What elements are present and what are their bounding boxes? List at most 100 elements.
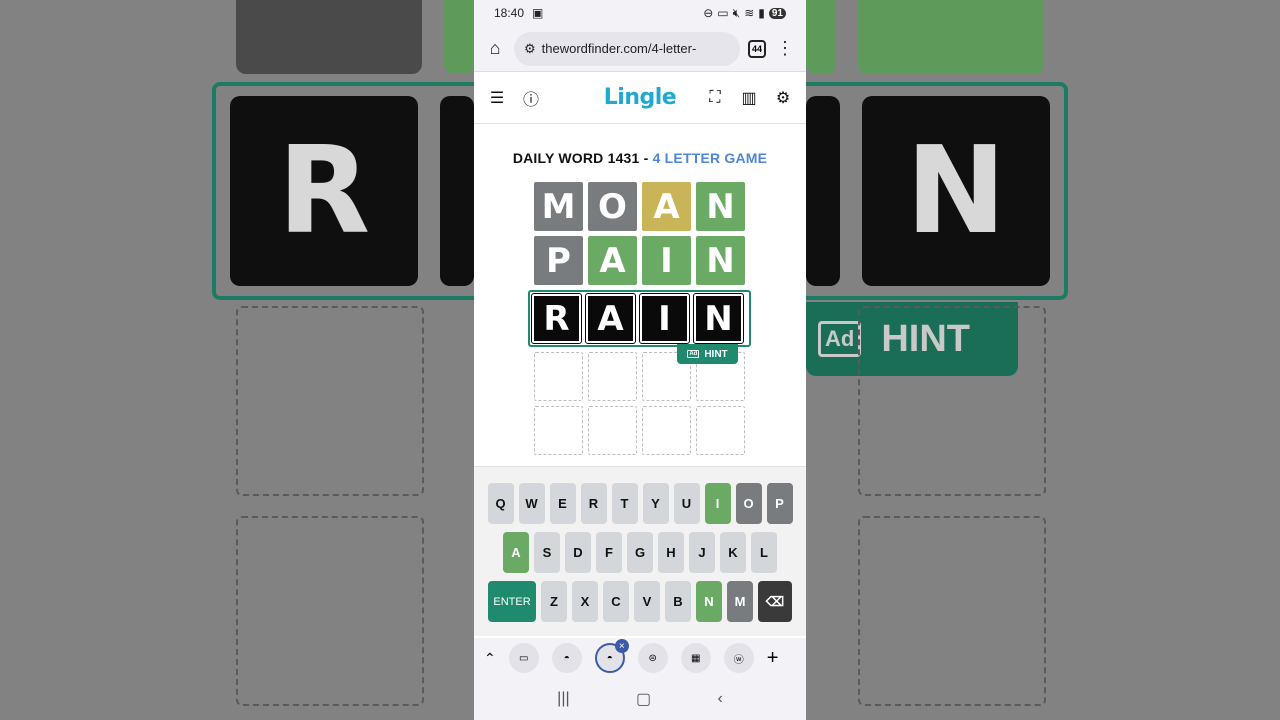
letter-tile: [588, 406, 637, 455]
stats-icon[interactable]: ▥: [738, 87, 760, 109]
key-e[interactable]: E: [549, 483, 576, 524]
bg-tile-n: N: [862, 96, 1050, 286]
guess-row: MOAN: [534, 182, 751, 231]
key-f[interactable]: F: [596, 532, 622, 573]
bg-tile: [444, 0, 474, 74]
letter-tile: R: [531, 293, 582, 344]
hint-button[interactable]: Ad HINT: [677, 344, 738, 364]
backspace-key-icon[interactable]: ⌫: [758, 581, 792, 622]
ad-icon: Ad: [687, 350, 700, 358]
key-d[interactable]: D: [565, 532, 591, 573]
bg-tile: [440, 96, 474, 286]
cast-icon: ▭: [717, 6, 729, 20]
key-o[interactable]: O: [735, 483, 762, 524]
bg-empty-tile: [858, 516, 1046, 706]
tab-icon-active[interactable]: ◓: [594, 639, 629, 673]
battery-icon: 91: [768, 7, 786, 19]
address-bar[interactable]: ⚙ thewordfinder.com/4-letter-: [514, 31, 740, 66]
app-logo[interactable]: Lingle: [604, 85, 677, 110]
key-g[interactable]: G: [627, 532, 653, 573]
new-tab-plus-icon[interactable]: +: [767, 647, 779, 670]
status-time: 18:40: [494, 6, 525, 20]
letter-tile: O: [588, 182, 637, 231]
key-s[interactable]: S: [534, 532, 560, 573]
tab-icon[interactable]: ⊜: [637, 643, 668, 673]
guess-row: [534, 406, 751, 455]
tab-icon[interactable]: ▦: [680, 643, 711, 673]
letter-tile: [642, 406, 691, 455]
key-v[interactable]: V: [634, 581, 660, 622]
key-l[interactable]: L: [751, 532, 777, 573]
tab-switcher-button[interactable]: 44: [748, 39, 766, 58]
key-c[interactable]: C: [603, 581, 629, 622]
home-icon[interactable]: ⌂: [484, 38, 506, 60]
key-k[interactable]: K: [720, 532, 746, 573]
fullscreen-icon[interactable]: ⛶: [704, 87, 726, 109]
bg-empty-tile: [858, 306, 1046, 496]
bg-tile-r: R: [230, 96, 418, 286]
browser-toolbar: ⌂ ⚙ thewordfinder.com/4-letter- 44 ⋮: [474, 26, 806, 72]
bg-tile: [806, 96, 840, 286]
info-icon[interactable]: ⓘ: [520, 87, 542, 109]
key-h[interactable]: H: [658, 532, 684, 573]
browser-tab-strip: ⌃ ▭ ◓ ◓ ⊜ ▦ ⓦ +: [474, 638, 806, 678]
key-t[interactable]: T: [611, 483, 638, 524]
dnd-icon: ⊖: [703, 6, 714, 20]
key-w[interactable]: W: [518, 483, 545, 524]
title-accent-link[interactable]: 4 LETTER GAME: [653, 150, 768, 166]
letter-tile: A: [585, 293, 636, 344]
key-i[interactable]: I: [704, 483, 731, 524]
on-screen-keyboard: Q W E R T Y U I O P A S D F G H J K L ENTER Z X C V B N M ⌫: [474, 466, 806, 636]
letter-tile: N: [696, 182, 745, 231]
letter-tile: M: [534, 182, 583, 231]
letter-tile: I: [642, 236, 691, 285]
key-b[interactable]: B: [665, 581, 691, 622]
letter-tile: P: [534, 236, 583, 285]
game-board: MOANPAINRAIN: [528, 182, 751, 460]
tab-icon[interactable]: ▭: [508, 643, 539, 673]
more-menu-icon[interactable]: ⋮: [774, 38, 796, 60]
letter-tile: I: [639, 293, 690, 344]
letter-tile: [696, 406, 745, 455]
letter-tile: [534, 352, 583, 401]
key-p[interactable]: P: [766, 483, 793, 524]
back-nav-icon[interactable]: ‹: [717, 690, 722, 708]
bg-tile: [858, 0, 1044, 74]
letter-tile: N: [693, 293, 744, 344]
chevron-up-icon[interactable]: ⌃: [484, 650, 496, 667]
key-n[interactable]: N: [696, 581, 722, 622]
status-bar: 18:40 ▣ ⊖ ▭ 🔇︎ ≋ ▮ 91: [474, 0, 806, 26]
bg-tile: [236, 0, 422, 74]
keyboard-row: QWERTYUIOP: [474, 483, 806, 524]
key-x[interactable]: X: [572, 581, 598, 622]
keyboard-row: ENTER Z X C V B N M ⌫: [474, 581, 806, 622]
guess-row: PAIN: [534, 236, 751, 285]
key-y[interactable]: Y: [642, 483, 669, 524]
key-u[interactable]: U: [673, 483, 700, 524]
bg-empty-tile: [236, 306, 424, 496]
key-q[interactable]: Q: [487, 483, 514, 524]
active-guess-row: RAIN: [528, 290, 751, 347]
key-j[interactable]: J: [689, 532, 715, 573]
settings-gear-icon[interactable]: ⚙: [772, 87, 794, 109]
home-nav-icon[interactable]: ▢: [636, 689, 651, 709]
hamburger-menu-icon[interactable]: ☰: [486, 87, 508, 109]
android-nav-bar: ||| ▢ ‹: [474, 678, 806, 720]
key-z[interactable]: Z: [541, 581, 567, 622]
letter-tile: [534, 406, 583, 455]
enter-key[interactable]: ENTER: [488, 581, 536, 622]
hint-label: HINT: [704, 348, 728, 360]
wifi-icon: ≋: [744, 6, 755, 20]
letter-tile: [588, 352, 637, 401]
keyboard-row: ASDFGHJKL: [474, 532, 806, 573]
key-a[interactable]: A: [503, 532, 529, 573]
signal-icon: ▮: [758, 6, 765, 20]
recents-icon[interactable]: |||: [557, 690, 569, 708]
key-m[interactable]: M: [727, 581, 753, 622]
tab-icon[interactable]: ⓦ: [723, 643, 754, 673]
key-r[interactable]: R: [580, 483, 607, 524]
bg-empty-tile: [236, 516, 424, 706]
site-settings-icon[interactable]: ⚙: [524, 41, 536, 57]
tab-icon[interactable]: ◓: [551, 643, 582, 673]
bg-tile: [806, 0, 836, 74]
